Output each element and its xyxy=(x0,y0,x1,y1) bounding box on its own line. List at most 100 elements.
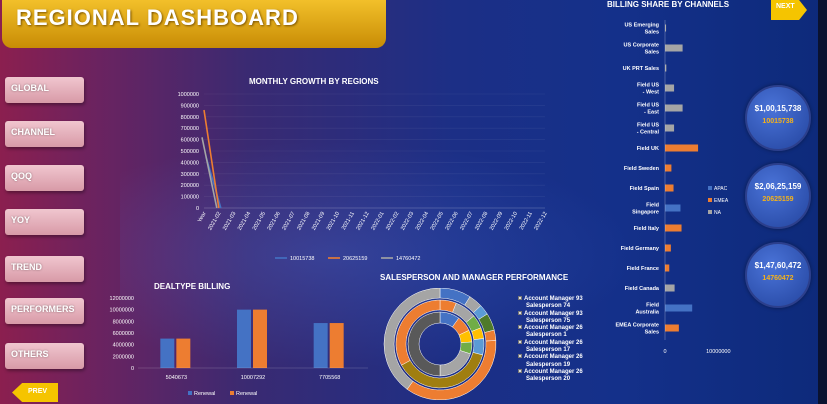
x-tick-label: 2021-10 xyxy=(326,211,341,231)
x-tick-label: 2022-06 xyxy=(444,211,459,231)
right-edge-strip xyxy=(818,0,827,404)
category-label: Field Italy xyxy=(634,226,660,232)
billing-share-chart: US EmergingSalesUS CorporateSalesUK PRT … xyxy=(616,20,731,355)
category-label: Sales xyxy=(645,30,659,36)
salesperson-legend-entry: Salesperson 75 xyxy=(518,318,583,325)
category-label: 10007292 xyxy=(241,375,265,381)
nav-button-performers[interactable]: PERFORMERS xyxy=(5,298,84,324)
y-tick-label: 0 xyxy=(131,366,134,372)
legend-label: APAC xyxy=(714,186,728,192)
bar xyxy=(665,124,675,132)
y-tick-label: 6000000 xyxy=(113,331,134,337)
category-label: UK PRT Sales xyxy=(623,66,659,72)
x-tick-label: 2022-04 xyxy=(415,211,430,231)
legend-swatch xyxy=(230,391,234,395)
kpi-value: 10015738 xyxy=(762,118,794,125)
bar xyxy=(313,323,328,368)
salesperson-legend-label: Salesperson 1 xyxy=(526,332,567,339)
y-tick-label: 400000 xyxy=(181,160,199,166)
nav-button-qoq[interactable]: QOQ xyxy=(5,165,84,191)
kpi-value: 14760472 xyxy=(762,275,794,282)
category-label: Field France xyxy=(627,266,659,272)
legend-swatch xyxy=(708,186,712,190)
bar xyxy=(665,184,674,192)
nav-button-yoy[interactable]: YOY xyxy=(5,209,84,235)
x-tick-label: 2022-05 xyxy=(430,211,445,231)
salesperson-donut-chart xyxy=(383,288,497,400)
salesperson-legend-entry: Account Manager 26 xyxy=(518,354,583,361)
x-tick-label: 2021-02 xyxy=(207,211,222,231)
legend-label: 14760472 xyxy=(396,256,420,262)
y-tick-label: 2000000 xyxy=(113,354,134,360)
category-label: Field UK xyxy=(637,146,659,152)
kpi-card-2: $2,06,25,159 20625159 xyxy=(745,163,811,229)
salesperson-legend: Account Manager 93 Salesperson 74 Accoun… xyxy=(518,296,583,384)
bar xyxy=(665,224,682,232)
x-tick-label: 2021-04 xyxy=(237,211,252,231)
salesperson-legend-label: Salesperson 20 xyxy=(526,376,571,383)
legend-swatch xyxy=(518,296,522,300)
category-label: 5040673 xyxy=(166,375,187,381)
nav-button-global[interactable]: GLOBAL xyxy=(5,77,84,103)
category-label: EMEA Corporate xyxy=(616,323,660,329)
x-tick-label: 2021-09 xyxy=(311,211,326,231)
salesperson-legend-label: Account Manager 26 xyxy=(524,325,583,332)
salesperson-legend-entry: Salesperson 1 xyxy=(518,332,583,339)
legend-swatch xyxy=(518,354,522,359)
salesperson-performance-title: SALESPERSON AND MANAGER PERFORMANCE xyxy=(380,273,569,282)
salesperson-legend-entry: Account Manager 26 xyxy=(518,339,583,347)
category-label: Field Canada xyxy=(625,286,660,292)
x-tick-label: 2021-06 xyxy=(267,211,282,231)
kpi-amount: $1,00,15,738 xyxy=(754,104,802,113)
x-tick-label: 2022-11 xyxy=(519,211,534,231)
salesperson-legend-entry: Account Manager 93 xyxy=(518,296,583,303)
bar xyxy=(176,338,191,368)
nav-button-channel[interactable]: CHANNEL xyxy=(5,121,84,147)
x-tick-label: 2022-01 xyxy=(370,211,385,231)
y-tick-label: 700000 xyxy=(181,126,199,132)
prev-button[interactable]: PREV xyxy=(12,383,58,402)
category-label: Field Sweden xyxy=(624,166,660,172)
salesperson-legend-entry: Account Manager 93 xyxy=(518,310,583,318)
salesperson-legend-label: Account Manager 26 xyxy=(524,354,583,361)
category-label: Field US xyxy=(637,103,659,109)
legend-swatch xyxy=(518,310,522,315)
y-tick-label: 10000000 xyxy=(110,308,134,314)
category-label: Sales xyxy=(645,50,659,56)
category-label: Singapore xyxy=(632,210,659,216)
salesperson-legend-label: Salesperson 74 xyxy=(526,303,571,310)
x-tick-label: 2021-03 xyxy=(222,211,237,231)
x-tick-label: 2022-08 xyxy=(474,211,489,231)
y-tick-label: 900000 xyxy=(181,103,199,109)
y-tick-label: 100000 xyxy=(181,195,199,201)
category-label: - East xyxy=(644,110,659,116)
y-tick-label: 0 xyxy=(196,206,199,212)
salesperson-legend-label: Account Manager 93 xyxy=(524,310,583,317)
bar xyxy=(237,309,251,368)
bar xyxy=(160,338,175,368)
category-label: Field Spain xyxy=(630,186,660,192)
kpi-value: 20625159 xyxy=(762,196,794,203)
legend-label: 10015738 xyxy=(290,256,314,262)
nav-button-trend[interactable]: TREND xyxy=(5,256,84,282)
x-tick-label: 2021-05 xyxy=(252,211,267,231)
bar xyxy=(665,264,670,272)
category-label: US Corporate xyxy=(624,43,659,49)
billing-share-title: BILLING SHARE BY CHANNELS xyxy=(607,0,730,9)
x-tick-label: 10000000 xyxy=(706,349,730,355)
y-tick-label: 600000 xyxy=(181,138,199,144)
x-tick-label: 2021-12 xyxy=(356,211,371,231)
x-tick-label: 2022-12 xyxy=(533,211,548,231)
bar xyxy=(665,164,672,172)
legend-swatch xyxy=(188,391,192,395)
x-tick-label: 2022-10 xyxy=(504,211,519,231)
next-button[interactable]: NEXT xyxy=(771,0,807,20)
monthly-growth-chart: 1000000900000800000700000600000500000400… xyxy=(178,92,549,262)
page-title: REGIONAL DASHBOARD xyxy=(16,5,299,30)
title-banner: REGIONAL DASHBOARD xyxy=(2,0,386,48)
nav-button-others[interactable]: OTHERS xyxy=(5,343,84,369)
salesperson-legend-label: Salesperson 17 xyxy=(526,347,571,354)
legend-label: EMEA xyxy=(714,198,729,204)
y-tick-label: 500000 xyxy=(181,149,199,155)
y-tick-label: 4000000 xyxy=(113,343,134,349)
